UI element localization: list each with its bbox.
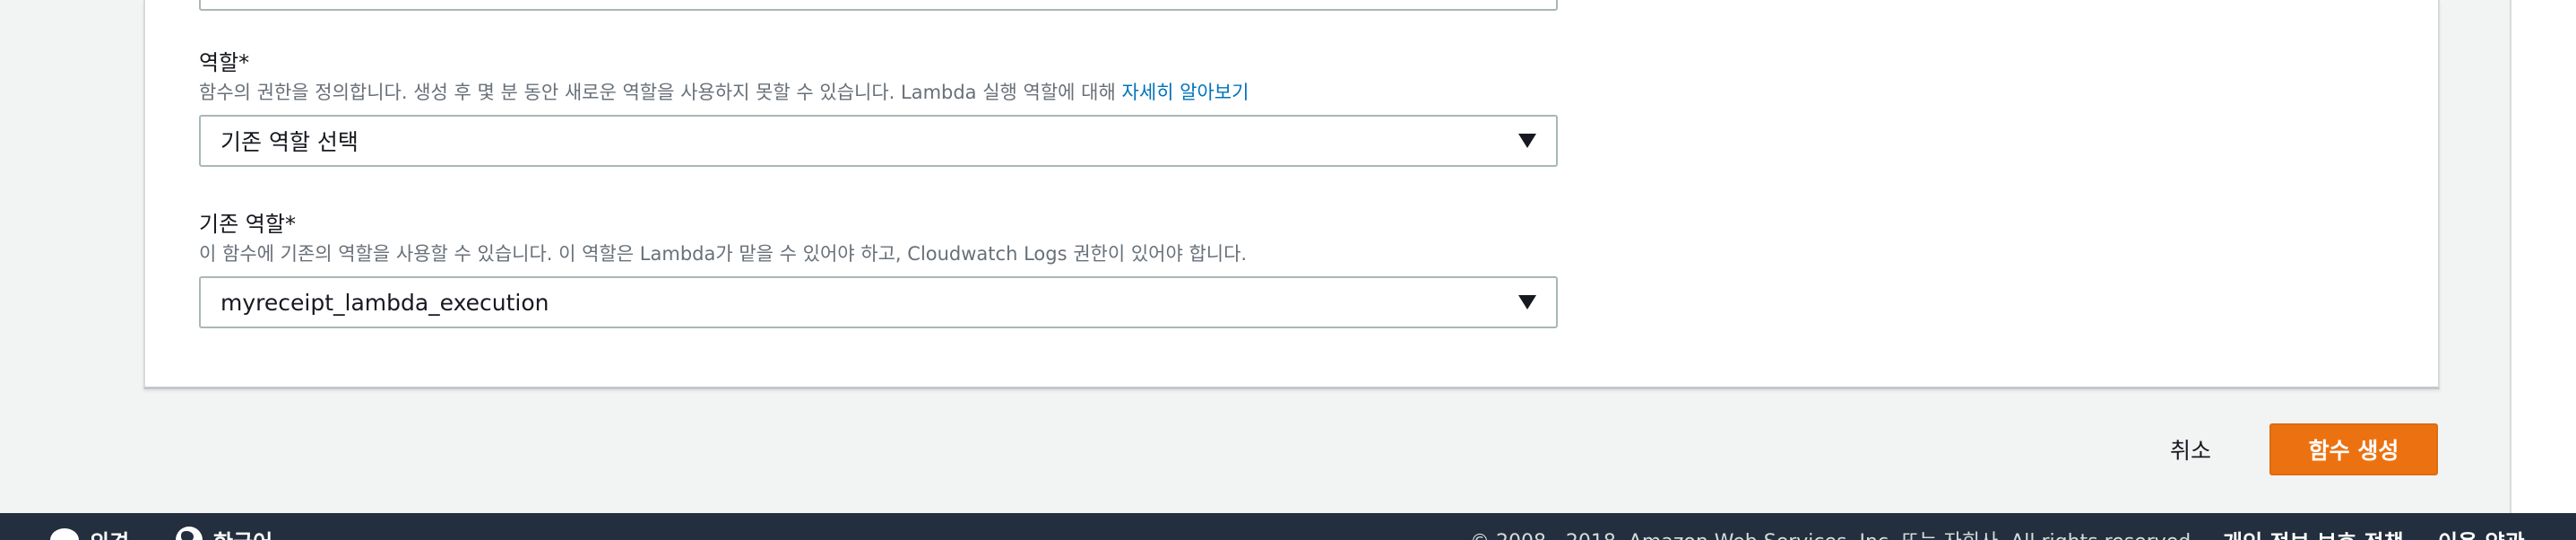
language-label: 한국어 <box>213 525 272 540</box>
feedback-label: 의견 <box>90 525 129 540</box>
role-field: 역할* 함수의 권한을 정의합니다. 생성 후 몇 분 동안 새로운 역할을 사… <box>199 48 1561 167</box>
lambda-create-function-page: 역할* 함수의 권한을 정의합니다. 생성 후 몇 분 동안 새로운 역할을 사… <box>0 0 2576 540</box>
cancel-button[interactable]: 취소 <box>2151 423 2230 475</box>
role-select-value: 기존 역할 선택 <box>220 129 359 155</box>
speech-bubble-icon <box>50 528 79 540</box>
existing-role-field: 기존 역할* 이 함수에 기존의 역할을 사용할 수 있습니다. 이 역할은 L… <box>199 210 1561 328</box>
caret-down-icon <box>1518 295 1536 309</box>
role-select[interactable]: 기존 역할 선택 <box>199 115 1558 167</box>
privacy-policy-link[interactable]: 개인 정보 보호 정책 <box>2223 522 2404 540</box>
role-description: 함수의 권한을 정의합니다. 생성 후 몇 분 동안 새로운 역할을 사용하지 … <box>199 79 1561 106</box>
language-selector[interactable]: 한국어 <box>176 522 272 540</box>
existing-role-label: 기존 역할* <box>199 212 296 237</box>
role-label: 역할* <box>199 50 250 75</box>
right-gutter <box>2510 0 2576 513</box>
existing-role-description: 이 함수에 기존의 역할을 사용할 수 있습니다. 이 역할은 Lambda가 … <box>199 243 1248 265</box>
basic-info-panel: 역할* 함수의 권한을 정의합니다. 생성 후 몇 분 동안 새로운 역할을 사… <box>143 0 2440 389</box>
existing-role-select-value: myreceipt_lambda_execution <box>220 289 549 316</box>
function-name-input[interactable] <box>199 0 1558 11</box>
caret-down-icon <box>1518 134 1536 148</box>
copyright-text: © 2008 - 2018, Amazon Web Services, Inc.… <box>1470 522 2197 540</box>
feedback-link[interactable]: 의견 <box>50 522 129 540</box>
footer: 의견 한국어 © 2008 - 2018, Amazon Web Service… <box>0 513 2576 540</box>
existing-role-select[interactable]: myreceipt_lambda_execution <box>199 276 1558 328</box>
terms-link[interactable]: 이용 약관 <box>2438 522 2525 540</box>
learn-more-link[interactable]: 자세히 알아보기 <box>1122 82 1249 103</box>
globe-icon <box>176 527 203 540</box>
role-description-text: 함수의 권한을 정의합니다. 생성 후 몇 분 동안 새로운 역할을 사용하지 … <box>199 82 1122 103</box>
create-function-button[interactable]: 함수 생성 <box>2269 423 2438 475</box>
